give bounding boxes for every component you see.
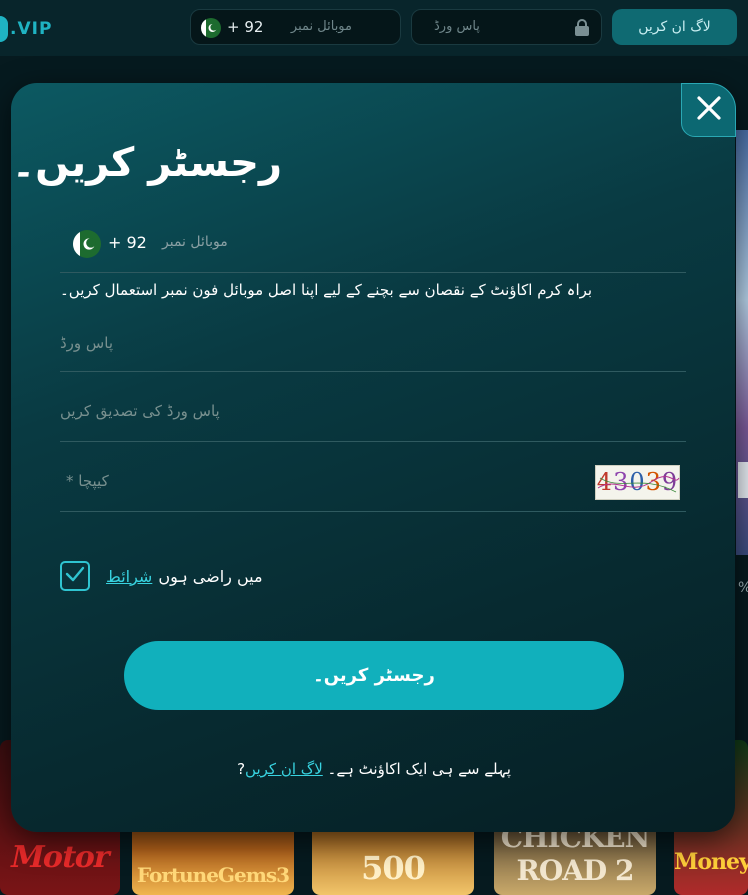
login-prompt: ?پہلے سے ہی ایک اکاؤنٹ ہے۔ لاگ ان کریں <box>0 760 748 778</box>
confirm-password-placeholder: پاس ورڈ کی تصدیق کریں <box>60 402 220 420</box>
login-link[interactable]: لاگ ان کریں <box>245 760 323 778</box>
terms-agreement: شرائط میں راضی ہوں <box>60 561 263 591</box>
header-phone-field[interactable]: + 92 موبائل نمبر <box>190 9 401 45</box>
close-icon <box>696 95 722 125</box>
header-country-code: + 92 <box>227 18 264 36</box>
header-phone-placeholder: موبائل نمبر <box>290 19 352 34</box>
header-password-field[interactable]: پاس ورڈ <box>411 9 602 45</box>
close-button[interactable] <box>681 83 736 137</box>
side-percent-text: % <box>738 580 748 596</box>
country-code[interactable]: + 92 <box>108 233 147 252</box>
header-login-button[interactable]: لاگ ان کریں <box>612 9 737 45</box>
captcha-image[interactable]: 43039 <box>595 465 680 500</box>
header-password-placeholder: پاس ورڈ <box>434 19 480 34</box>
agree-label: میں راضی ہوں <box>158 566 263 586</box>
phone-field[interactable]: + 92 موبائل نمبر <box>60 215 686 273</box>
register-button[interactable]: رجسٹر کریں۔ <box>124 641 624 710</box>
captcha-field[interactable]: * کیپچا 43039 <box>60 452 686 512</box>
site-logo[interactable]: .VIP <box>0 16 52 42</box>
top-bar: .VIP + 92 موبائل نمبر پاس ورڈ لاگ ان کری… <box>0 0 748 56</box>
pakistan-flag-icon <box>73 230 101 262</box>
terms-link[interactable]: شرائط <box>106 567 152 586</box>
lock-icon <box>574 19 590 41</box>
pakistan-flag-icon <box>201 18 221 42</box>
confirm-password-field[interactable]: پاس ورڈ کی تصدیق کریں <box>60 382 686 442</box>
password-placeholder: پاس ورڈ <box>60 334 113 352</box>
phone-hint-text: براہ کرم اکاؤنٹ کے نقصان سے بچنے کے لیے … <box>60 281 593 299</box>
password-field[interactable]: پاس ورڈ <box>60 312 686 372</box>
phone-label: موبائل نمبر <box>162 234 228 250</box>
modal-title: رجسٹر کریں۔ <box>11 140 282 186</box>
terms-checkbox[interactable] <box>60 561 90 591</box>
check-icon <box>65 566 85 586</box>
carousel-arrow-icon[interactable] <box>738 462 748 498</box>
captcha-placeholder: * کیپچا <box>66 472 109 490</box>
